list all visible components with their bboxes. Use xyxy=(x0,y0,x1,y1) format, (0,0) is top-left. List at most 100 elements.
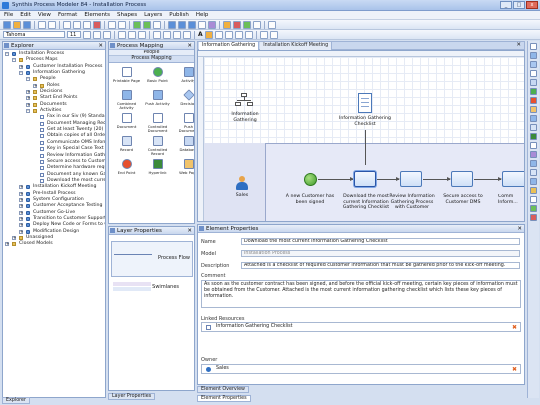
font-color-icon[interactable]: A xyxy=(198,31,203,38)
copy-icon[interactable] xyxy=(73,20,81,29)
arrow-style-icon[interactable] xyxy=(244,30,253,39)
collapse-icon[interactable]: - xyxy=(12,58,16,63)
collapse-icon[interactable]: - xyxy=(5,52,9,56)
publish-icon[interactable] xyxy=(208,20,216,29)
menu-publish[interactable]: Publish xyxy=(169,12,189,18)
pointer-icon[interactable] xyxy=(530,43,537,50)
bring-front-icon[interactable] xyxy=(153,30,161,39)
explorer-close-icon[interactable]: ✕ xyxy=(98,42,103,50)
layer-row-swimlanes[interactable]: Swimlanes xyxy=(111,279,193,297)
align-right-icon[interactable] xyxy=(138,30,146,39)
marker-icon[interactable] xyxy=(243,20,251,29)
node-start[interactable]: A new Customer has been signed xyxy=(284,194,336,205)
new-icon[interactable] xyxy=(3,20,11,29)
palette-item[interactable]: Printable Page xyxy=(112,65,141,88)
checklist-document-icon[interactable] xyxy=(358,93,372,113)
pen-icon[interactable] xyxy=(223,20,231,29)
group-icon[interactable] xyxy=(173,30,181,39)
palette-item[interactable]: Controlled Document xyxy=(143,111,172,134)
task-secure-access[interactable] xyxy=(451,171,473,187)
database-shape-icon[interactable] xyxy=(530,79,537,86)
expand-icon[interactable]: + xyxy=(19,197,23,202)
description-field[interactable]: Attached is a checklist of required cust… xyxy=(241,262,520,269)
align-center-icon[interactable] xyxy=(128,30,136,39)
connector-icon[interactable] xyxy=(259,30,268,39)
collapse-icon[interactable]: - xyxy=(19,71,23,76)
expand-icon[interactable]: + xyxy=(19,185,23,190)
element-properties-close-icon[interactable]: ✕ xyxy=(517,225,522,233)
send-back-icon[interactable] xyxy=(163,30,171,39)
node-comm-label[interactable]: Comm Inform... xyxy=(498,194,524,205)
menu-edit[interactable]: Edit xyxy=(20,12,31,18)
text-shape-icon[interactable] xyxy=(530,196,537,203)
palette-item[interactable]: Record xyxy=(112,134,141,157)
expand-icon[interactable]: + xyxy=(19,223,23,228)
font-size-select[interactable]: 11 xyxy=(67,31,81,38)
distribute-icon[interactable] xyxy=(188,20,196,29)
push-activity-icon[interactable] xyxy=(530,115,537,122)
line-style-icon[interactable] xyxy=(234,30,243,39)
help-icon[interactable] xyxy=(268,20,276,29)
palette-item[interactable]: Hyperlink xyxy=(143,157,172,180)
diagram-canvas[interactable]: Information Gathering Information Gather… xyxy=(197,50,525,222)
layer-properties-close-icon[interactable]: ✕ xyxy=(187,227,192,235)
document-shape-icon[interactable] xyxy=(530,70,537,77)
undo-icon[interactable] xyxy=(108,20,116,29)
menu-format[interactable]: Format xyxy=(58,12,77,18)
comment-field[interactable]: As soon as the customer contract has bee… xyxy=(201,280,521,308)
redo-icon[interactable] xyxy=(118,20,126,29)
open-icon[interactable] xyxy=(13,20,21,29)
remove-linked-resource-icon[interactable]: ✖ xyxy=(512,324,517,331)
name-field[interactable]: Download the most current Information Ga… xyxy=(241,238,520,245)
palette-item[interactable]: Push Activity xyxy=(143,88,172,111)
activity-shape-icon[interactable] xyxy=(530,52,537,59)
align-left-icon[interactable] xyxy=(118,30,126,39)
cut-icon[interactable] xyxy=(63,20,71,29)
align-icon[interactable] xyxy=(178,20,186,29)
linked-resource-item[interactable]: Information Gathering Checklist xyxy=(216,324,293,329)
expand-icon[interactable]: + xyxy=(26,96,30,101)
collapse-icon[interactable]: - xyxy=(26,77,30,82)
zoom-out-icon[interactable] xyxy=(143,20,151,29)
start-point-icon[interactable] xyxy=(304,173,317,186)
eraser-icon[interactable] xyxy=(253,20,261,29)
subprocess-shape-icon[interactable] xyxy=(530,178,537,185)
expand-icon[interactable]: + xyxy=(5,242,9,247)
expand-icon[interactable]: + xyxy=(26,102,30,107)
palette-item[interactable]: Activity xyxy=(174,65,194,88)
palette-item[interactable]: Web Page xyxy=(174,157,194,180)
palette-item[interactable]: Basic Point xyxy=(143,65,172,88)
folder-shape-icon[interactable] xyxy=(530,187,537,194)
expand-icon[interactable]: + xyxy=(19,191,23,196)
org-chart-icon[interactable] xyxy=(235,93,253,107)
web-page-shape-icon[interactable] xyxy=(530,106,537,113)
expand-icon[interactable]: + xyxy=(19,204,23,209)
layer-properties-bottom-tab[interactable]: Layer Properties xyxy=(108,393,156,400)
preview-icon[interactable] xyxy=(48,20,56,29)
explorer-bottom-tab[interactable]: Explorer xyxy=(2,397,30,404)
expand-icon[interactable]: + xyxy=(33,83,37,88)
palette-item[interactable]: End Point xyxy=(112,157,141,180)
save-icon[interactable] xyxy=(23,20,31,29)
container-shape-icon[interactable] xyxy=(530,169,537,176)
menu-file[interactable]: File xyxy=(4,12,13,18)
palette-close-icon[interactable]: ✕ xyxy=(187,42,192,50)
fill-color-icon[interactable] xyxy=(204,30,213,39)
start-shape-icon[interactable] xyxy=(530,88,537,95)
owner-item[interactable]: Sales xyxy=(216,366,229,371)
task-review-process[interactable] xyxy=(400,171,422,187)
risk-shape-icon[interactable] xyxy=(530,214,537,221)
tab-installation-kickoff-meeting[interactable]: Installation Kickoff Meeting xyxy=(260,42,333,50)
zoom-in-icon[interactable] xyxy=(133,20,141,29)
tab-element-properties[interactable]: Element Properties xyxy=(197,395,251,402)
menu-view[interactable]: View xyxy=(38,12,51,18)
node-sales[interactable]: Sales xyxy=(228,193,256,199)
italic-icon[interactable] xyxy=(93,30,101,39)
minimize-button[interactable]: _ xyxy=(500,1,512,9)
hyperlink-shape-icon[interactable] xyxy=(530,133,537,140)
layer-row-process-flow[interactable]: Process Flow xyxy=(111,241,193,277)
expand-icon[interactable]: + xyxy=(26,90,30,95)
menu-layers[interactable]: Layers xyxy=(144,12,162,18)
font-family-select[interactable]: Tahoma xyxy=(3,31,65,38)
expand-icon[interactable]: + xyxy=(12,235,16,240)
